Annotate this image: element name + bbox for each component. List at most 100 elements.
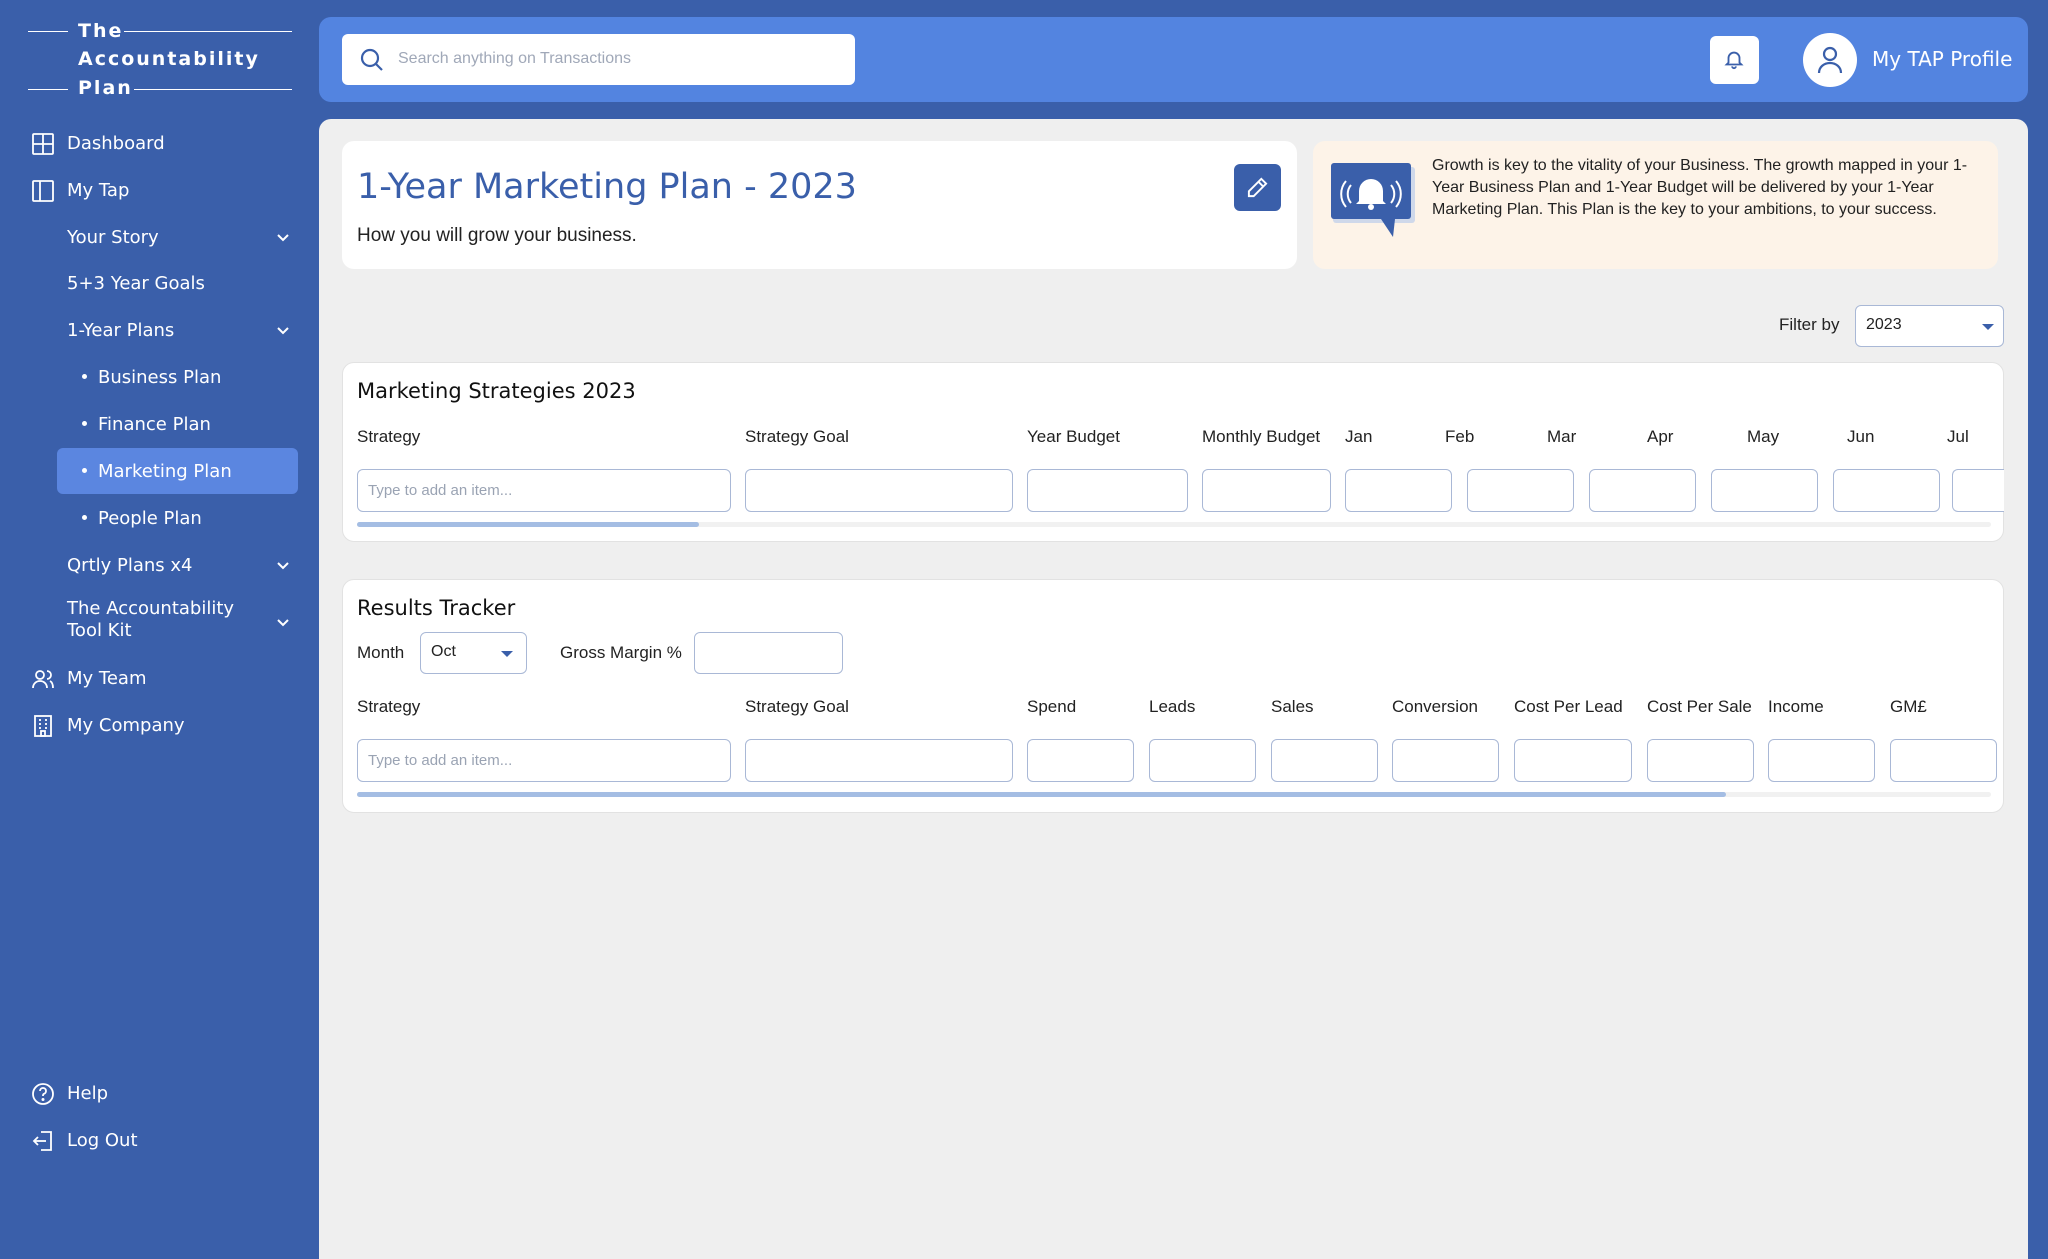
team-icon: [32, 670, 54, 689]
nav-toolkit-line1: The Accountability: [67, 598, 235, 619]
apr-field[interactable]: [1711, 469, 1818, 512]
sidebar: The Accountability Plan Dashboard My Tap…: [0, 0, 320, 1259]
col-header: Monthly Budget: [1202, 427, 1321, 446]
nav-my-team[interactable]: My Team: [0, 656, 320, 700]
profile-link[interactable]: My TAP Profile: [1872, 47, 2012, 71]
leads-field[interactable]: [1149, 739, 1256, 782]
col-header: May: [1747, 427, 1780, 446]
tracker-strategy-goal-field[interactable]: [745, 739, 1013, 782]
notifications-button[interactable]: [1710, 36, 1759, 84]
spend-field[interactable]: [1027, 739, 1134, 782]
year-filter-value: 2023: [1866, 316, 1902, 333]
nav-your-story-label: Your Story: [67, 226, 159, 248]
col-header: GM£: [1890, 697, 1927, 716]
nav-dashboard-label: Dashboard: [67, 132, 165, 154]
nav-business-plan[interactable]: Business Plan: [0, 355, 320, 399]
col-header: Jan: [1345, 427, 1373, 446]
jan-field[interactable]: [1345, 469, 1452, 512]
jun-field[interactable]: [1952, 469, 2004, 512]
strategies-card: Marketing Strategies 2023 Strategy Strat…: [342, 362, 2004, 542]
page-title: 1-Year Marketing Plan - 2023: [357, 167, 857, 207]
cost-per-sale-field[interactable]: [1647, 739, 1754, 782]
col-header: Cost Per Sale: [1647, 697, 1752, 716]
logo-text-2: Accountability: [78, 48, 260, 70]
conversion-field[interactable]: [1392, 739, 1499, 782]
logo-text-3: Plan: [78, 77, 133, 99]
help-icon: [32, 1083, 54, 1105]
nav-toolkit[interactable]: The Accountability Tool Kit: [0, 596, 320, 648]
feb-field[interactable]: [1467, 469, 1574, 512]
user-icon: [1817, 46, 1843, 74]
month-select[interactable]: Oct: [420, 632, 527, 674]
nav-people-plan[interactable]: People Plan: [0, 496, 320, 540]
scrollbar-thumb[interactable]: [357, 792, 1726, 797]
gross-margin-field[interactable]: [694, 632, 843, 674]
nav-one-year-plans-label: 1-Year Plans: [67, 319, 175, 341]
nav-goals[interactable]: 5+3 Year Goals: [0, 261, 320, 305]
income-field[interactable]: [1768, 739, 1875, 782]
col-header: Sales: [1271, 697, 1314, 716]
avatar[interactable]: [1803, 33, 1857, 87]
strategy-goal-field[interactable]: [745, 469, 1013, 512]
col-header: Spend: [1027, 697, 1077, 716]
bullet-icon: [82, 421, 87, 426]
nav-marketing-plan[interactable]: Marketing Plan: [0, 449, 320, 493]
nav-my-tap[interactable]: My Tap: [0, 168, 320, 212]
scrollbar-thumb[interactable]: [357, 522, 699, 527]
month-label: Month: [357, 643, 405, 662]
title-card: 1-Year Marketing Plan - 2023 How you wil…: [342, 141, 1297, 269]
nav-my-company[interactable]: My Company: [0, 703, 320, 747]
chevron-down-icon: [277, 562, 289, 570]
nav-finance-plan-label: Finance Plan: [98, 413, 211, 435]
search-input[interactable]: [398, 46, 838, 72]
top-bar: My TAP Profile: [319, 17, 2028, 102]
month-value: Oct: [431, 643, 456, 660]
col-header: Strategy: [357, 427, 421, 446]
gm-field[interactable]: [1890, 739, 1997, 782]
building-icon: [34, 715, 52, 737]
strategy-input[interactable]: [357, 469, 731, 512]
nav-log-out[interactable]: Log Out: [0, 1118, 320, 1162]
nav-business-plan-label: Business Plan: [98, 366, 222, 388]
cost-per-lead-field[interactable]: [1514, 739, 1632, 782]
horizontal-scrollbar[interactable]: [357, 792, 1991, 797]
year-budget-field[interactable]: [1027, 469, 1188, 512]
monthly-budget-field[interactable]: [1202, 469, 1331, 512]
bullet-icon: [82, 374, 87, 379]
pencil-icon: [1247, 177, 1268, 198]
nav-help[interactable]: Help: [0, 1071, 320, 1115]
nav-qrtly-plans[interactable]: Qrtly Plans x4: [0, 543, 320, 587]
search-box[interactable]: [342, 34, 855, 85]
info-text: Growth is key to the vitality of your Bu…: [1432, 157, 1968, 218]
nav-your-story[interactable]: Your Story: [0, 215, 320, 259]
col-header: Jun: [1847, 427, 1875, 446]
nav-dashboard[interactable]: Dashboard: [0, 121, 320, 165]
nav-my-company-label: My Company: [67, 714, 185, 736]
tracker-strategy-input[interactable]: [357, 739, 731, 782]
logo-text-1: The: [78, 20, 124, 42]
panel-icon: [32, 180, 54, 202]
nav-people-plan-label: People Plan: [98, 507, 202, 529]
logout-icon: [32, 1131, 52, 1151]
strategies-title: Marketing Strategies 2023: [357, 379, 636, 403]
main-content: 1-Year Marketing Plan - 2023 How you wil…: [319, 119, 2028, 1259]
caret-down-icon: [1982, 324, 1994, 330]
megaphone-bell-illustration-icon: [1331, 163, 1415, 237]
nav-toolkit-line2: Tool Kit: [67, 620, 132, 641]
year-filter-select[interactable]: 2023: [1855, 305, 2004, 347]
page-subtitle: How you will grow your business.: [357, 225, 637, 246]
results-tracker-card: Results Tracker Month Oct Gross Margin %…: [342, 579, 2004, 813]
col-header: Year Budget: [1027, 427, 1120, 446]
edit-button[interactable]: [1234, 164, 1281, 211]
horizontal-scrollbar[interactable]: [357, 522, 1991, 527]
nav-one-year-plans[interactable]: 1-Year Plans: [0, 308, 320, 352]
nav-help-label: Help: [67, 1082, 109, 1104]
may-field[interactable]: [1833, 469, 1940, 512]
chevron-down-icon: [277, 619, 289, 627]
col-header: Conversion: [1392, 697, 1478, 716]
sales-field[interactable]: [1271, 739, 1378, 782]
nav-my-team-label: My Team: [67, 667, 147, 689]
mar-field[interactable]: [1589, 469, 1696, 512]
nav-finance-plan[interactable]: Finance Plan: [0, 402, 320, 446]
app-logo[interactable]: The Accountability Plan: [28, 18, 292, 99]
